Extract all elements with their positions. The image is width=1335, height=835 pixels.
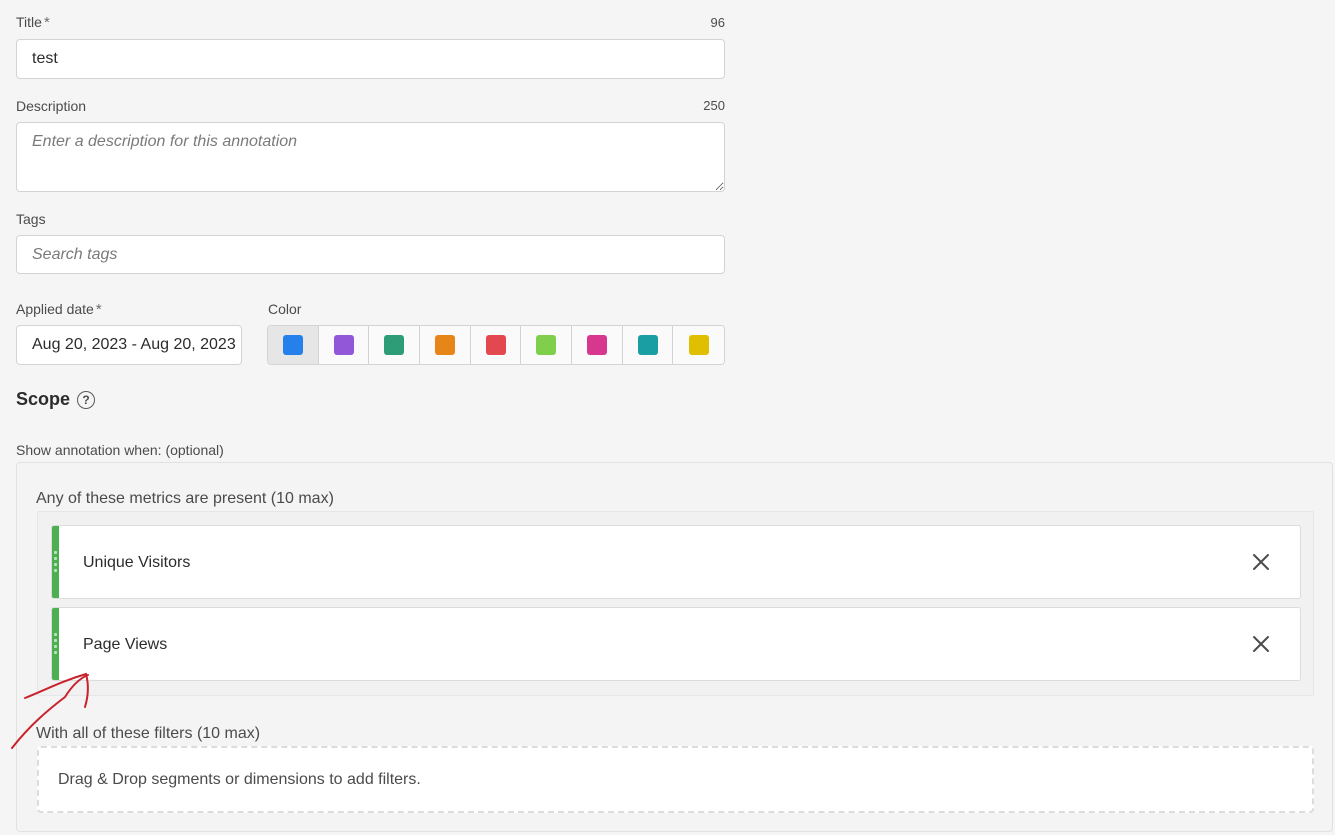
- color-swatch: [384, 335, 405, 355]
- color-swatch: [485, 335, 506, 355]
- metric-card[interactable]: Unique Visitors: [51, 525, 1301, 599]
- color-swatch: [333, 335, 354, 355]
- color-swatch: [282, 335, 303, 355]
- color-swatch-option[interactable]: [622, 326, 674, 364]
- required-mark: *: [43, 14, 50, 31]
- applied-date-label: Applied date *: [16, 301, 102, 318]
- title-char-counter: 96: [710, 15, 725, 30]
- arrow-head: [24, 672, 89, 708]
- tags-label: Tags: [16, 211, 46, 227]
- metric-label: Unique Visitors: [83, 554, 191, 571]
- arrow-stroke: [11, 674, 89, 749]
- metrics-section-label: Any of these metrics are present (10 max…: [36, 490, 334, 507]
- applied-date-picker[interactable]: Aug 20, 2023 - Aug 20, 2023: [16, 325, 242, 365]
- close-icon[interactable]: [1252, 553, 1270, 571]
- description-label: Description: [16, 98, 87, 114]
- title-label: Title *: [16, 14, 50, 31]
- metrics-drop-area[interactable]: Unique Visitors Page Views: [37, 511, 1314, 696]
- color-swatch: [434, 335, 455, 355]
- close-icon[interactable]: [1252, 635, 1270, 653]
- scope-title: Scope: [16, 389, 71, 409]
- drag-handle-icon[interactable]: [54, 551, 57, 575]
- color-swatch-option[interactable]: [318, 326, 370, 364]
- color-swatch-option[interactable]: [470, 326, 522, 364]
- description-char-counter: 250: [703, 98, 725, 113]
- title-label-text: Title: [16, 14, 42, 30]
- color-swatch: [688, 335, 709, 355]
- filters-drop-zone[interactable]: Drag & Drop segments or dimensions to ad…: [37, 746, 1314, 813]
- color-swatch-option[interactable]: [369, 326, 421, 364]
- color-swatch-option[interactable]: [521, 326, 573, 364]
- color-swatch-option[interactable]: [572, 326, 623, 364]
- color-swatch-option[interactable]: [268, 326, 319, 364]
- description-textarea[interactable]: [16, 122, 725, 192]
- title-input[interactable]: [16, 39, 725, 79]
- scope-conditions-panel: Any of these metrics are present (10 max…: [16, 462, 1333, 832]
- tags-search-input[interactable]: [16, 235, 725, 274]
- help-icon[interactable]: ?: [77, 391, 95, 409]
- color-swatch: [536, 335, 557, 355]
- color-swatch-group: [267, 325, 725, 365]
- metric-label: Page Views: [83, 636, 168, 653]
- show-annotation-when-label: Show annotation when: (optional): [16, 442, 224, 458]
- applied-date-label-text: Applied date: [16, 301, 94, 317]
- color-swatch: [586, 335, 607, 355]
- color-label: Color: [268, 301, 302, 317]
- red-arrow-annotation: [11, 672, 89, 749]
- metric-card[interactable]: Page Views: [51, 607, 1301, 681]
- required-mark: *: [95, 301, 102, 318]
- color-swatch-option[interactable]: [673, 326, 724, 364]
- drag-handle-icon[interactable]: [54, 633, 57, 657]
- color-swatch-option[interactable]: [420, 326, 471, 364]
- color-swatch: [637, 335, 658, 355]
